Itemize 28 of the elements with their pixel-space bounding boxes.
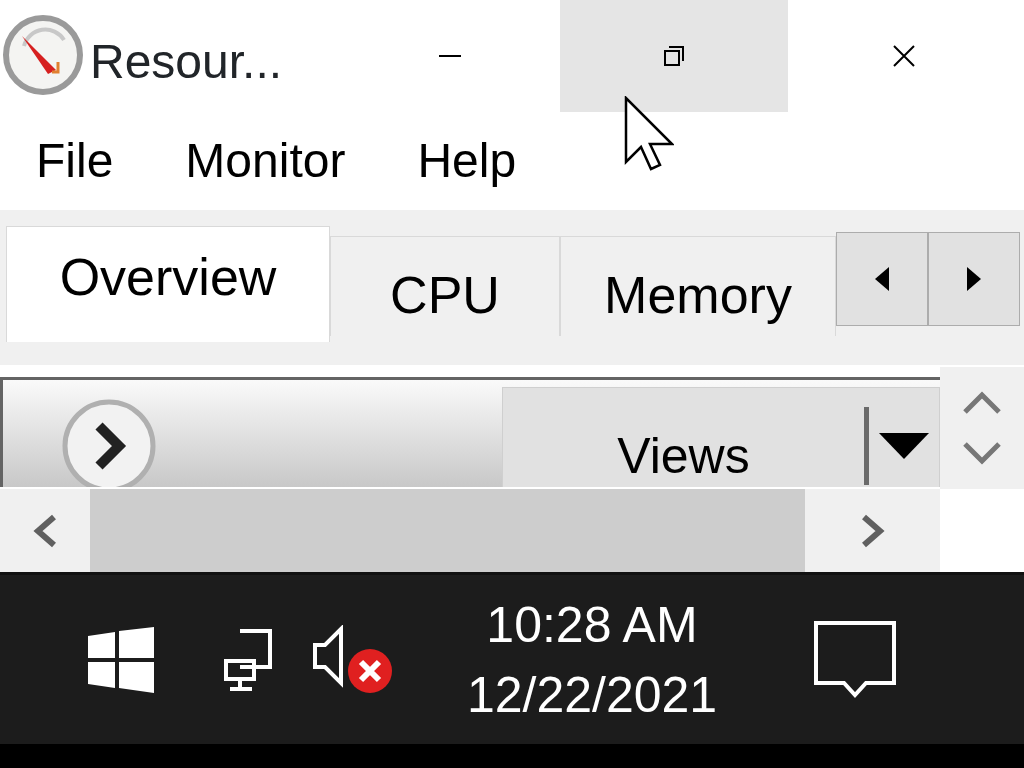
windows-start-icon[interactable] bbox=[88, 626, 154, 693]
scroll-right-icon[interactable] bbox=[859, 513, 886, 548]
minimize-icon bbox=[439, 55, 461, 57]
app-icon bbox=[2, 14, 84, 96]
views-button[interactable]: Views bbox=[502, 387, 940, 487]
mouse-cursor-icon bbox=[624, 96, 674, 172]
tab[interactable]: Overview bbox=[6, 226, 330, 342]
dropdown-arrow-icon bbox=[879, 433, 929, 459]
scroll-up-icon[interactable] bbox=[962, 391, 1002, 415]
tab[interactable]: Memory bbox=[560, 236, 836, 336]
window-title: Resour... bbox=[90, 38, 284, 90]
scroll-thumb[interactable] bbox=[90, 489, 805, 572]
left-arrow-icon bbox=[875, 267, 889, 291]
restore-icon bbox=[664, 46, 684, 66]
menu-item[interactable]: Help bbox=[381, 137, 553, 185]
network-icon[interactable] bbox=[224, 626, 274, 693]
clock-date[interactable]: 12/22/2021 bbox=[432, 659, 752, 730]
scroll-down-icon[interactable] bbox=[962, 441, 1002, 465]
close-icon bbox=[893, 45, 915, 67]
notifications-icon[interactable] bbox=[814, 620, 896, 699]
right-arrow-icon bbox=[967, 267, 981, 291]
clock-time[interactable]: 10:28 AM bbox=[432, 589, 752, 660]
scroll-left-icon[interactable] bbox=[32, 513, 58, 548]
menu-item[interactable]: File bbox=[0, 137, 150, 185]
menu-item[interactable]: Monitor bbox=[149, 137, 382, 185]
expand-button[interactable] bbox=[61, 398, 157, 487]
chevron-icon bbox=[61, 398, 157, 487]
tab[interactable]: CPU bbox=[330, 236, 560, 336]
